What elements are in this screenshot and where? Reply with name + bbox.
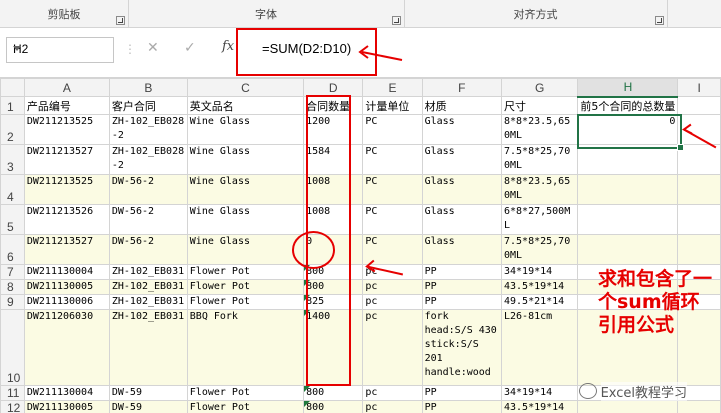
annotation-arrows-icon	[365, 123, 717, 276]
clipboard-dialog-launcher-icon[interactable]	[116, 16, 125, 25]
ribbon-groups-bar: 剪贴板 字体 对齐方式	[0, 0, 721, 28]
watermark: Excel教程学习	[578, 382, 687, 401]
alignment-group-label: 对齐方式	[513, 8, 558, 21]
alignment-dialog-launcher-icon[interactable]	[655, 16, 664, 25]
wechat-icon	[578, 383, 597, 399]
font-group-label: 字体	[255, 8, 277, 21]
annotation-text: 求和包含了一个sum循环引用公式	[598, 268, 713, 336]
worksheet-grid[interactable]: ABCDEFGHI 1 产品编号 客户合同 英文品名 合同数量 计量单位 材质 尺寸 前5个合同…	[0, 78, 721, 413]
watermark-text: Excel教程学习	[600, 386, 687, 401]
font-group: 字体	[128, 0, 405, 28]
clipboard-group-label: 剪贴板	[47, 8, 81, 21]
font-dialog-launcher-icon[interactable]	[392, 16, 401, 25]
formula-arrow-icon	[358, 45, 403, 61]
alignment-group: 对齐方式	[404, 0, 668, 28]
formula-bar: H2 ⋮ ✕ ✓ fx =SUM(D2:D10)	[0, 28, 721, 78]
clipboard-group: 剪贴板	[0, 0, 129, 28]
